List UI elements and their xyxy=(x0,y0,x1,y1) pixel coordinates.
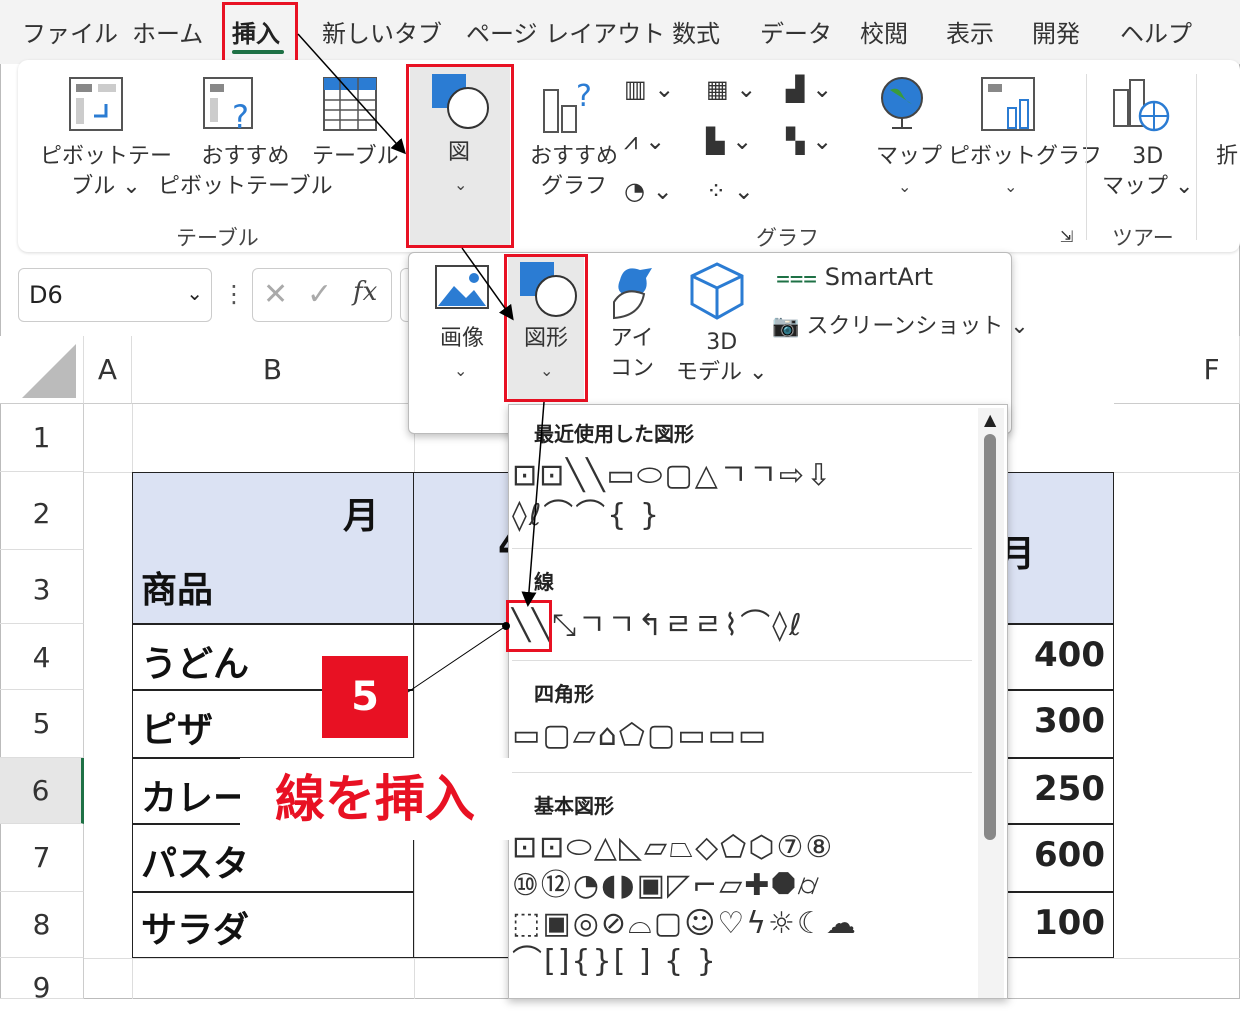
step-badge: 5 xyxy=(322,656,408,738)
annotation-arrows xyxy=(297,33,545,693)
step-callout-label: 線を挿入 xyxy=(240,758,510,840)
